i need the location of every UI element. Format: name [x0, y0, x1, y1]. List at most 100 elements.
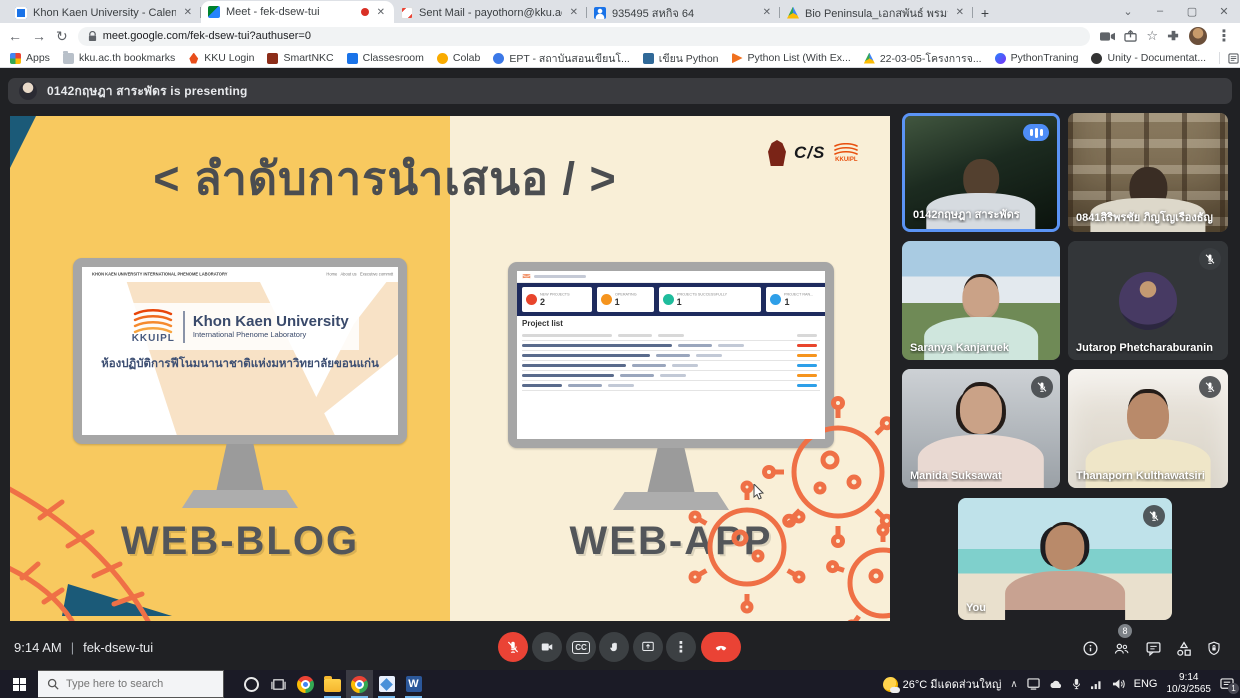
recording-dot-icon	[361, 8, 369, 16]
tab-title: Meet - fek-dsew-tui	[226, 6, 355, 18]
weather-widget[interactable]: 26°C มีแดดส่วนใหญ่	[883, 675, 1002, 693]
mic-toggle-button[interactable]	[498, 632, 528, 662]
participants-count-badge: 8	[1118, 624, 1132, 638]
taskbar-photos[interactable]	[373, 670, 400, 698]
participant-name: 0142กฤษฎา สาระพัดร	[913, 205, 1020, 223]
stat-label: PROJECTS SUCCESSFULLY	[677, 293, 727, 297]
end-call-button[interactable]	[701, 632, 741, 662]
bookmark-python-list[interactable]: Python List (With Ex...	[732, 52, 851, 64]
language-indicator[interactable]: ENG	[1134, 678, 1158, 690]
bookmark-apps[interactable]: Apps	[10, 52, 50, 64]
maximize-button[interactable]: ▢	[1176, 0, 1208, 22]
bookmark-kku-login[interactable]: KKU Login	[188, 52, 254, 64]
folder-icon	[63, 53, 74, 64]
taskbar-word[interactable]: W	[400, 670, 427, 698]
minimize-button[interactable]: –	[1144, 0, 1176, 22]
bookmark-kku-folder[interactable]: kku.ac.th bookmarks	[63, 52, 175, 64]
tab-search-chevron[interactable]: ⌄	[1112, 0, 1144, 22]
kkuipl-logo: KKUIPL	[833, 143, 859, 163]
search-input[interactable]	[66, 678, 196, 690]
bookmark-project-drive[interactable]: 22-03-05-โครงการจ...	[864, 50, 982, 67]
video-tile[interactable]: Manida Suksawat	[902, 369, 1060, 488]
display-icon[interactable]	[1027, 678, 1040, 690]
camera-toggle-button[interactable]	[532, 632, 562, 662]
tray-mic-icon[interactable]	[1072, 678, 1081, 690]
stat-card-rank: PROJECT RAN...1	[766, 287, 825, 312]
bookmark-classroom[interactable]: Classesroom	[347, 52, 424, 64]
forward-button[interactable]: →	[32, 29, 46, 43]
browser-menu-icon[interactable]: ⋮	[1216, 26, 1232, 46]
taskbar-chrome[interactable]	[292, 670, 319, 698]
divider	[183, 311, 185, 343]
webblog-monitor: KHON KAEN UNIVERSITY INTERNATIONAL PHENO…	[73, 258, 407, 444]
video-tile[interactable]: 0841สิริพรชัย ภิญโญเรืองธัญ	[1068, 113, 1228, 232]
new-tab-button[interactable]: +	[973, 2, 997, 23]
webapp-screen: NEW PROJECTS2 OPERATING1 PROJECTS SUCCES…	[517, 271, 825, 439]
video-tile-self[interactable]: You	[958, 498, 1172, 620]
back-button[interactable]: ←	[8, 29, 22, 43]
video-tile-camera-off[interactable]: Jutarop Phetcharaburanin	[1068, 241, 1228, 360]
tab-title: Khon Kaen University - Calendar	[33, 7, 176, 19]
volume-icon[interactable]	[1112, 678, 1125, 690]
bookmark-unity[interactable]: Unity - Documentat...	[1091, 52, 1206, 64]
extensions-icon[interactable]	[1167, 30, 1180, 43]
tab-meet[interactable]: Meet - fek-dsew-tui ✕	[201, 1, 394, 23]
notification-center-button[interactable]: 1	[1220, 678, 1234, 691]
kku-crest-icon	[768, 140, 786, 166]
captions-button[interactable]: CC	[566, 632, 596, 662]
chat-button[interactable]	[1145, 640, 1162, 657]
webapp-monitor: NEW PROJECTS2 OPERATING1 PROJECTS SUCCES…	[508, 262, 834, 448]
taskbar-chrome-active[interactable]	[346, 670, 373, 698]
tab-drive[interactable]: Bio Peninsula_เอกสพันธ์ พรมมา(บอ ✕	[780, 2, 973, 23]
shield-lock-icon	[1206, 640, 1222, 657]
bookmark-pythontraning[interactable]: PythonTraning	[995, 52, 1079, 64]
divider	[1219, 52, 1220, 64]
windows-logo-icon	[13, 678, 26, 691]
close-icon[interactable]: ✕	[182, 7, 194, 18]
taskbar-file-explorer[interactable]	[319, 670, 346, 698]
close-window-button[interactable]: ✕	[1208, 0, 1240, 22]
more-options-button[interactable]: ⋮	[666, 632, 696, 662]
tab-gmail[interactable]: Sent Mail - payothorn@kku.ac.th ✕	[394, 2, 587, 23]
bookmark-smartnkc[interactable]: SmartNKC	[267, 52, 333, 64]
tab-capture-icon[interactable]	[1100, 31, 1115, 42]
tab-calendar[interactable]: Khon Kaen University - Calendar ✕	[8, 2, 201, 23]
reading-list-button[interactable]: Reading list	[1228, 52, 1240, 64]
close-icon[interactable]: ✕	[761, 7, 773, 18]
bookmark-python[interactable]: เขียน Python	[643, 50, 719, 67]
taskbar-clock[interactable]: 9:14 10/3/2565	[1167, 672, 1212, 697]
taskbar-search[interactable]	[38, 670, 224, 698]
bookmark-ept[interactable]: EPT - สถาบันสอนเขียนโ...	[493, 50, 629, 67]
bookmark-label: 22-03-05-โครงการจ...	[880, 50, 982, 67]
reload-button[interactable]: ↻	[56, 29, 68, 43]
close-icon[interactable]: ✕	[568, 7, 580, 18]
host-controls-button[interactable]	[1206, 640, 1222, 657]
title-text: ลำดับการนำเสนอ	[194, 153, 549, 204]
meeting-details-button[interactable]	[1082, 640, 1099, 657]
tray-expand-icon[interactable]: ∧	[1010, 679, 1017, 690]
bookmark-star-icon[interactable]: ☆	[1146, 28, 1158, 44]
close-icon[interactable]: ✕	[954, 7, 966, 18]
address-bar[interactable]: meet.google.com/fek-dsew-tui?authuser=0	[78, 27, 1091, 46]
participants-button[interactable]	[1112, 640, 1131, 657]
profile-avatar[interactable]	[1189, 27, 1207, 45]
webblog-label: WEB-BLOG	[73, 519, 407, 564]
share-icon[interactable]	[1124, 30, 1137, 42]
activities-button[interactable]	[1175, 640, 1193, 658]
bookmark-colab[interactable]: Colab	[437, 52, 480, 64]
python-icon	[643, 53, 654, 64]
task-view-button[interactable]	[265, 670, 292, 698]
tab-course[interactable]: 935495 สหกิจ 64 ✕	[587, 2, 780, 23]
close-icon[interactable]: ✕	[375, 7, 387, 18]
onedrive-cloud-icon[interactable]	[1049, 679, 1063, 689]
cortana-button[interactable]	[238, 670, 265, 698]
video-tile[interactable]: Saranya Kanjaruek	[902, 241, 1060, 360]
network-icon[interactable]	[1090, 679, 1103, 690]
present-button[interactable]	[633, 632, 663, 662]
raise-hand-button[interactable]	[599, 632, 629, 662]
start-button[interactable]	[0, 670, 38, 698]
table-row	[522, 371, 820, 381]
video-tile[interactable]: Thanaporn Kulthawatsiri	[1068, 369, 1228, 488]
stats-band: NEW PROJECTS2 OPERATING1 PROJECTS SUCCES…	[517, 283, 825, 316]
video-tile-presenter[interactable]: 0142กฤษฎา สาระพัดร	[902, 113, 1060, 232]
